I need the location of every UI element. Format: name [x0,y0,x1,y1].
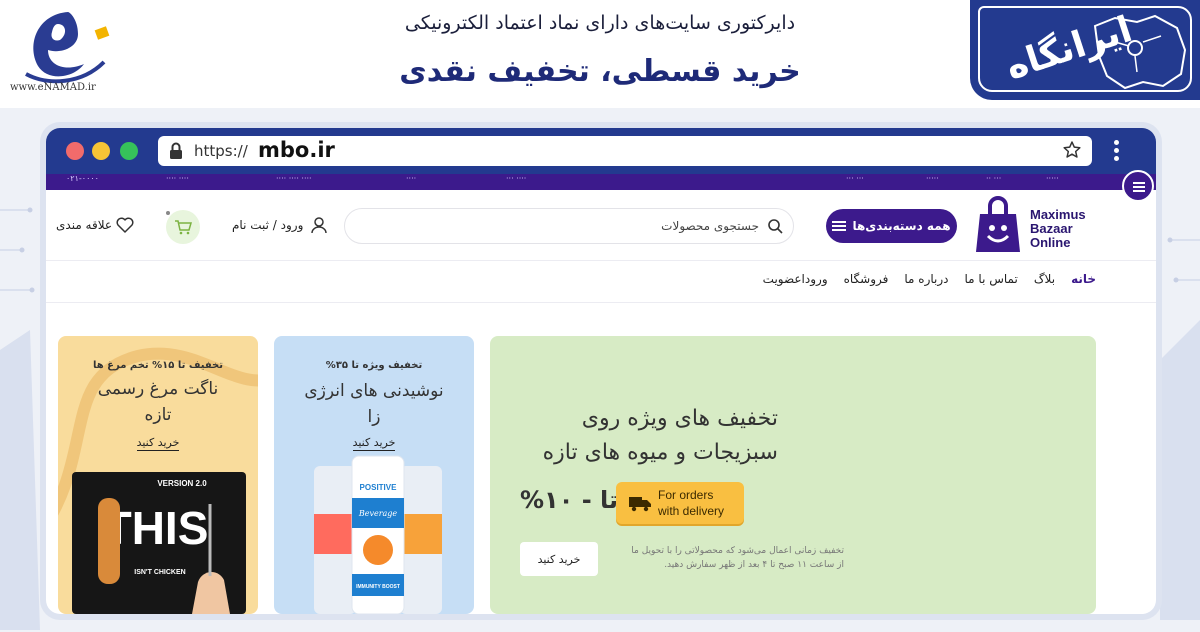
strip-text: ··· ·· [986,174,1002,183]
delivery-badge: For orders with delivery [616,482,744,524]
search-icon[interactable] [767,218,783,234]
wishlist-link[interactable]: علاقه مندی [56,218,112,232]
nav-divider [46,302,1156,303]
promo-drinks-buy-link[interactable]: خرید کنید [274,436,474,451]
promo-drinks-title: نوشیدنی های انرژی زا [304,381,444,427]
nav-about[interactable]: درباره ما [904,272,948,286]
main-navigation: خانه بلاگ تماس با ما درباره ما فروشگاه و… [763,272,1096,286]
promo-card-vegetables[interactable]: تخفیف های ویژه روی سبزیجات و میوه های تا… [490,336,1096,614]
strip-text: ···· ··· [506,174,527,183]
heart-icon [116,217,134,233]
pack-sub-text: ISN'T CHICKEN [134,569,185,576]
energy-drink-cans-image: POSITIVE Beverage IMMUNITY BOOST [314,455,442,614]
search-placeholder: جستجوی محصولات [661,219,759,233]
promo-vegetables-title: تخفیف های ویژه روی سبزیجات و میوه های تا… [542,406,778,465]
cart-icon [175,220,192,235]
iran-map-icon [1093,14,1187,90]
promo-drinks-tag: تخفیف ویژه تا ۳۵% [325,360,423,371]
browser-window: https:// mbo.ir ۰۲۱-۰۰۰۰ ···· ···· ···· … [46,128,1156,614]
nav-contact[interactable]: تماس با ما [965,272,1018,286]
promo-card-nuggets[interactable]: تخفیف تا ۱۵% تخم مرغ ها ناگت مرغ رسمی تا… [58,336,258,614]
nav-shop[interactable]: فروشگاه [844,272,889,286]
login-register-link[interactable]: ورود / ثبت نام [232,218,303,232]
strip-text: ····· [1046,174,1059,183]
buy-now-button[interactable]: خرید کنید [520,542,598,576]
nav-home[interactable]: خانه [1071,272,1096,286]
headline: خرید قسطی، تخفیف نقدی [399,54,801,89]
can-sub-text: Beverage [358,509,398,518]
decorative-pattern-right [1160,237,1200,620]
nav-login-membership[interactable]: ورودا‌عضویت [763,272,828,286]
all-categories-label: همه دسته‌بندی‌ها [852,219,951,233]
enamad-banner: www.eNAMAD.ir دایرکتوری سایت‌های دارای ن… [0,0,1200,108]
strip-text: ····· [926,174,939,183]
browser-toolbar: https:// mbo.ir [46,128,1156,174]
strip-text: ···· ···· ···· [276,174,312,183]
bookmark-star-icon[interactable] [1062,140,1082,160]
browser-menu-icon[interactable] [1114,140,1120,162]
delivery-text: For orders with delivery [658,488,725,518]
enamad-url: www.eNAMAD.ir [10,82,96,93]
brand-name: Maximus Bazaar Online [1030,207,1086,250]
maximize-window-button[interactable] [120,142,138,160]
pack-version-text: VERSION 2.0 [157,479,207,488]
can-tag-text: IMMUNITY BOOST [356,584,400,590]
address-bar[interactable]: https:// mbo.ir [158,136,1092,166]
nuggets-pack-image: VERSION 2.0 THIS ISN'T CHICKEN [72,472,246,614]
promo-discount-text: تا - ۱۰% [520,486,619,514]
promo-nuggets-title: ناگت مرغ رسمی تازه [97,379,219,425]
search-input[interactable]: جستجوی محصولات [344,208,794,244]
hamburger-icon [832,221,847,231]
cart-badge [166,211,170,215]
side-menu-button[interactable] [1122,170,1154,202]
directory-title: دایرکتوری سایت‌های دارای نماد اعتماد الک… [404,12,796,34]
strip-text: ···· [406,174,417,183]
promo-nuggets-buy-link[interactable]: خرید کنید [58,436,258,451]
user-icon [311,217,327,234]
shopping-bag-logo-icon [976,196,1020,252]
truck-icon [629,497,651,512]
can-brand-text: POSITIVE [360,483,398,492]
iran-logo: ایرانگاه [970,0,1200,100]
decorative-pattern-left [0,207,40,630]
header-divider [46,260,1156,261]
promo-nuggets-tag: تخفیف تا ۱۵% تخم مرغ ها [92,360,224,371]
all-categories-button[interactable]: همه دسته‌بندی‌ها [826,209,957,243]
lock-icon [170,142,182,159]
strip-text: ···· ···· [166,174,189,183]
cart-button[interactable] [166,210,200,244]
promo-card-energy-drinks[interactable]: تخفیف ویژه تا ۳۵% نوشیدنی های انرژی زا خ… [274,336,474,614]
nav-blog[interactable]: بلاگ [1034,272,1055,286]
site-logo[interactable]: Maximus Bazaar Online [974,196,1114,256]
url-domain: mbo.ir [258,138,335,162]
minimize-window-button[interactable] [92,142,110,160]
site-top-strip: ۰۲۱-۰۰۰۰ ···· ···· ···· ···· ···· ···· ·… [46,174,1156,190]
close-window-button[interactable] [66,142,84,160]
url-prefix: https:// [194,142,248,160]
iran-logo-frame: ایرانگاه [978,6,1192,92]
strip-text: ··· ··· [846,174,864,183]
strip-text: ۰۲۱-۰۰۰۰ [66,174,99,183]
